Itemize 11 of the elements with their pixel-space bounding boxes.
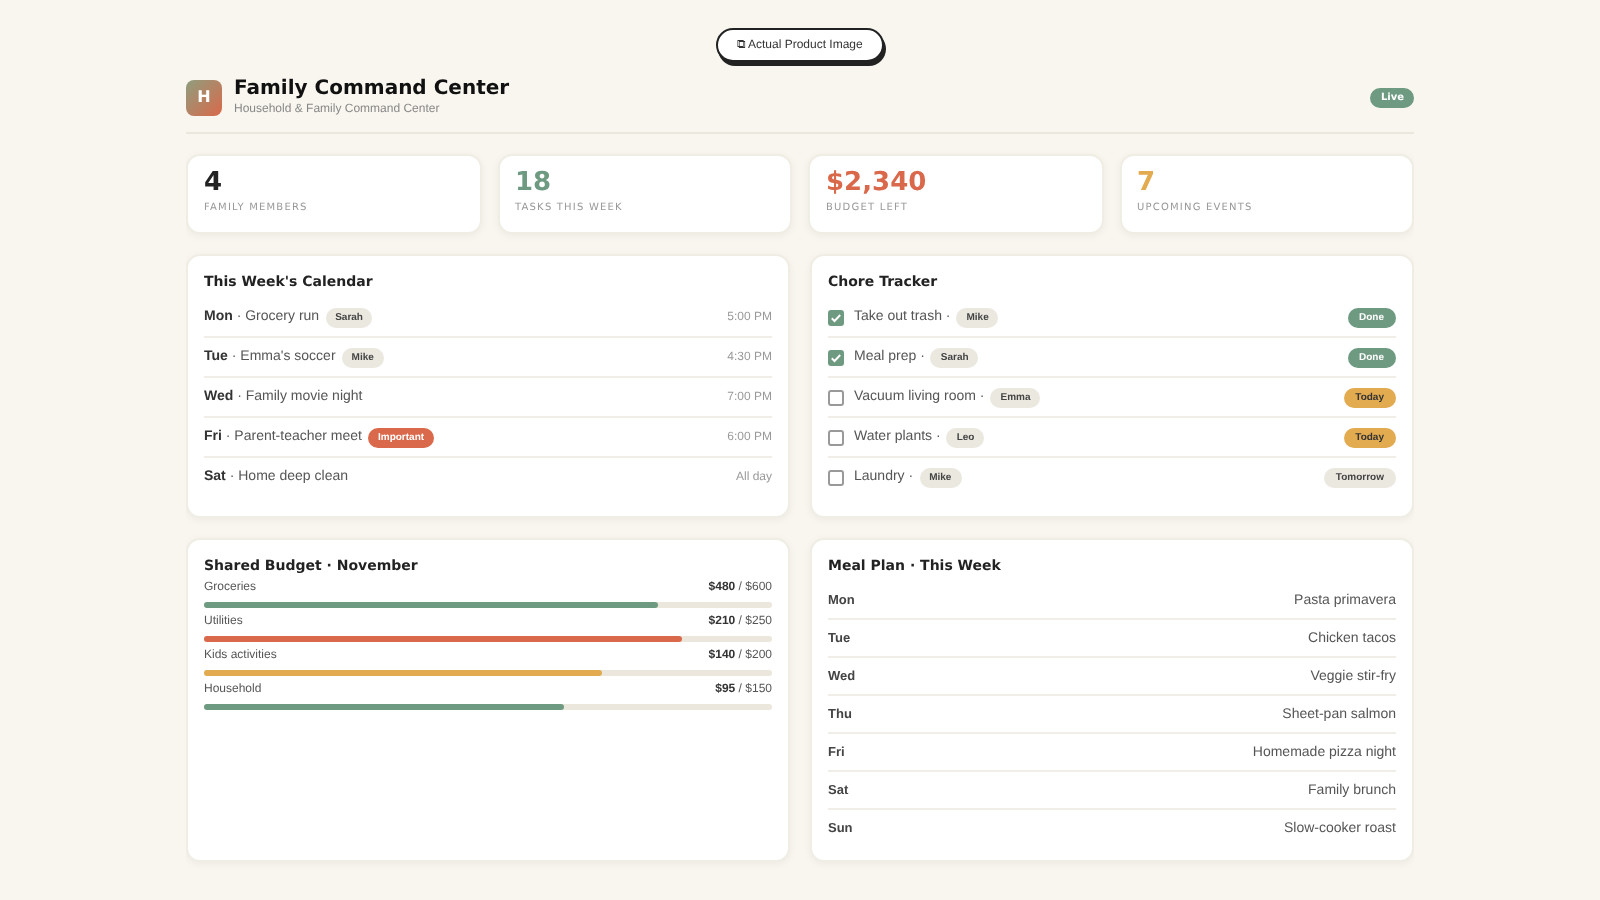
chore-checkbox[interactable] — [828, 389, 844, 405]
chore-checkbox[interactable] — [828, 469, 844, 485]
stat-value: 7 — [1137, 168, 1158, 198]
chore-checkbox[interactable] — [828, 309, 844, 325]
stat-value: 4 — [204, 168, 225, 198]
app-logo: H — [186, 79, 222, 115]
stat-value: 18 — [515, 168, 554, 198]
app-title: Family Command Center — [234, 78, 512, 100]
chore-checkbox[interactable] — [828, 429, 844, 445]
stat-value: $2,340 — [826, 168, 929, 198]
chore-checkbox[interactable] — [828, 349, 844, 365]
